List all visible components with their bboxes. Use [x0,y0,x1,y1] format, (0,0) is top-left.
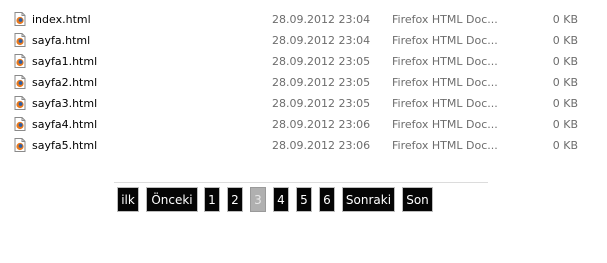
file-date: 28.09.2012 23:04 [272,13,371,26]
file-name: sayfa.html [32,34,91,47]
file-type: Firefox HTML Doc... [392,34,498,47]
file-date: 28.09.2012 23:05 [272,97,371,110]
file-row[interactable]: sayfa2.html 28.09.2012 23:05 Firefox HTM… [0,72,607,93]
file-type: Firefox HTML Doc... [392,97,498,110]
file-row[interactable]: sayfa4.html 28.09.2012 23:06 Firefox HTM… [0,114,607,135]
file-date: 28.09.2012 23:04 [272,34,371,47]
file-type: Firefox HTML Doc... [392,13,498,26]
file-type: Firefox HTML Doc... [392,76,498,89]
firefox-html-document-icon [14,75,26,89]
firefox-html-document-icon [14,138,26,152]
pagination-previous-button[interactable]: Önceki [146,187,198,212]
firefox-html-document-icon [14,96,26,110]
file-date: 28.09.2012 23:05 [272,76,371,89]
pagination-page-6[interactable]: 6 [319,187,335,212]
pagination-page-3-current[interactable]: 3 [250,187,266,212]
firefox-html-document-icon [14,12,26,26]
file-name: sayfa5.html [32,139,98,152]
file-name: index.html [32,13,91,26]
file-size: 0 KB [552,97,578,110]
file-date: 28.09.2012 23:06 [272,118,371,131]
file-row[interactable]: sayfa1.html 28.09.2012 23:05 Firefox HTM… [0,51,607,72]
file-row[interactable]: sayfa3.html 28.09.2012 23:05 Firefox HTM… [0,93,607,114]
pagination-page-1[interactable]: 1 [204,187,220,212]
file-name: sayfa1.html [32,55,98,68]
file-type: Firefox HTML Doc... [392,118,498,131]
file-name: sayfa2.html [32,76,98,89]
firefox-html-document-icon [14,117,26,131]
firefox-html-document-icon [14,54,26,68]
pagination-page-5[interactable]: 5 [296,187,312,212]
file-row[interactable]: index.html 28.09.2012 23:04 Firefox HTML… [0,9,607,30]
file-date: 28.09.2012 23:06 [272,139,371,152]
file-type: Firefox HTML Doc... [392,55,498,68]
pagination-next-button[interactable]: Sonraki [342,187,395,212]
file-row[interactable]: sayfa.html 28.09.2012 23:04 Firefox HTML… [0,30,607,51]
file-size: 0 KB [552,34,578,47]
pagination-first-button[interactable]: ilk [117,187,139,212]
pagination-last-button[interactable]: Son [402,187,433,212]
file-list: index.html 28.09.2012 23:04 Firefox HTML… [0,9,607,156]
file-size: 0 KB [552,76,578,89]
file-row[interactable]: sayfa5.html 28.09.2012 23:06 Firefox HTM… [0,135,607,156]
file-size: 0 KB [552,139,578,152]
firefox-html-document-icon [14,33,26,47]
file-name: sayfa3.html [32,97,98,110]
file-name: sayfa4.html [32,118,98,131]
file-type: Firefox HTML Doc... [392,139,498,152]
file-size: 0 KB [552,13,578,26]
file-size: 0 KB [552,118,578,131]
file-size: 0 KB [552,55,578,68]
file-date: 28.09.2012 23:05 [272,55,371,68]
pagination-page-2[interactable]: 2 [227,187,243,212]
pagination-page-4[interactable]: 4 [273,187,289,212]
divider [114,182,488,183]
